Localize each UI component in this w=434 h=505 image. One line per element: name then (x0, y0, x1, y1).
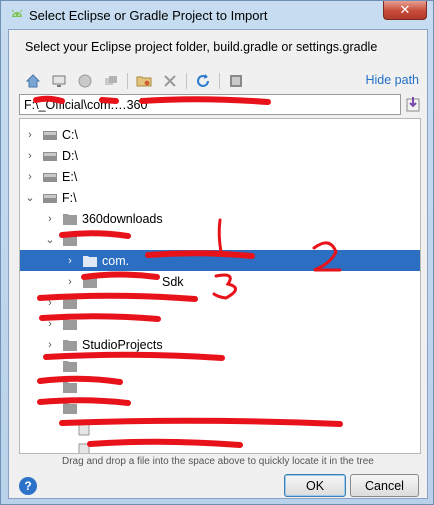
tree-row-label: D:\ (62, 148, 78, 163)
tree-row[interactable]: › D:\ (20, 145, 420, 166)
tree-row[interactable]: › (20, 292, 420, 313)
drive-icon (43, 151, 57, 161)
expand-arrow-icon[interactable]: › (64, 276, 76, 288)
tree-row-label: StudioProjects (82, 337, 163, 352)
tree-row-label: 360downloads (82, 211, 163, 226)
drive-icon (43, 172, 57, 182)
tree-row[interactable] (20, 376, 420, 397)
expand-arrow-icon[interactable]: › (44, 339, 56, 351)
tree-row[interactable]: ⌄ F:\ (20, 187, 420, 208)
expand-arrow-icon[interactable]: › (44, 297, 56, 309)
tree-row[interactable]: › StudioProjects (20, 334, 420, 355)
toolbar-divider (127, 73, 128, 89)
file-icon (78, 422, 90, 435)
tree-row-label: C:\ (62, 127, 78, 142)
home-icon[interactable] (23, 71, 43, 91)
window-title: Select Eclipse or Gradle Project to Impo… (29, 8, 268, 23)
tree-row[interactable]: ⌄ (20, 229, 420, 250)
tree-row[interactable]: › C:\ (20, 124, 420, 145)
show-hidden-icon[interactable] (101, 71, 121, 91)
collapse-arrow-icon[interactable]: ⌄ (24, 191, 36, 204)
tree-row[interactable] (20, 397, 420, 418)
title-bar[interactable]: Select Eclipse or Gradle Project to Impo… (1, 1, 433, 29)
toolbar-divider (186, 73, 187, 89)
expand-arrow-icon[interactable]: › (24, 129, 36, 141)
expand-arrow-icon[interactable]: › (44, 213, 56, 225)
delete-icon[interactable] (160, 71, 180, 91)
dialog-heading: Select your Eclipse project folder, buil… (25, 40, 378, 54)
dialog-body: Select your Eclipse project folder, buil… (8, 29, 428, 499)
refresh-icon[interactable] (193, 71, 213, 91)
tree-row-label: E:\ (62, 169, 78, 184)
cancel-button[interactable]: Cancel (350, 474, 419, 497)
folder-icon (83, 276, 97, 288)
drag-drop-hint: Drag and drop a file into the space abov… (62, 456, 374, 467)
expand-arrow-icon[interactable]: › (44, 318, 56, 330)
tree-row[interactable]: › 360downloads (20, 208, 420, 229)
drive-icon (43, 193, 57, 203)
toolbar (23, 70, 252, 92)
file-tree[interactable]: › C:\ › D:\ › E:\ ⌄ F:\ › 360downloads ⌄… (19, 118, 421, 454)
tree-row[interactable]: › (20, 313, 420, 334)
tree-row[interactable] (20, 439, 420, 453)
expand-arrow-icon[interactable]: › (24, 171, 36, 183)
tree-row[interactable]: › Sdk (20, 271, 420, 292)
tree-row-label: com. (102, 253, 130, 268)
android-studio-icon (11, 9, 23, 17)
close-button[interactable]: ✕ (383, 1, 427, 20)
folder-icon (63, 339, 77, 351)
folder-settings-icon[interactable] (134, 71, 154, 91)
expand-arrow-icon[interactable]: › (24, 150, 36, 162)
file-icon (78, 443, 90, 453)
desktop-icon[interactable] (49, 71, 69, 91)
import-dialog-window: Select Eclipse or Gradle Project to Impo… (0, 0, 434, 505)
folder-icon (63, 360, 77, 372)
folder-icon (63, 213, 77, 225)
folder-icon (63, 381, 77, 393)
folder-icon (63, 297, 77, 309)
drive-icon (43, 130, 57, 140)
tree-row[interactable] (20, 355, 420, 376)
hide-path-link[interactable]: Hide path (365, 73, 419, 87)
ok-button[interactable]: OK (284, 474, 346, 497)
tree-row[interactable]: › E:\ (20, 166, 420, 187)
tree-row-label: Sdk (162, 274, 184, 289)
folder-icon (63, 402, 77, 414)
new-folder-icon[interactable] (75, 71, 95, 91)
folder-icon (63, 318, 77, 330)
expand-arrow-icon[interactable]: › (64, 255, 76, 267)
path-input[interactable] (19, 94, 401, 115)
folder-icon (83, 255, 97, 267)
help-button[interactable]: ? (19, 477, 37, 495)
toolbar-divider (219, 73, 220, 89)
collapse-arrow-icon[interactable]: ⌄ (44, 233, 56, 246)
tree-row-label: F:\ (62, 190, 77, 205)
tree-row-selected[interactable]: › com. (20, 250, 420, 271)
path-browse-icon[interactable] (405, 96, 421, 112)
folder-icon (63, 234, 77, 246)
tree-row[interactable] (20, 418, 420, 439)
project-icon[interactable] (226, 71, 246, 91)
